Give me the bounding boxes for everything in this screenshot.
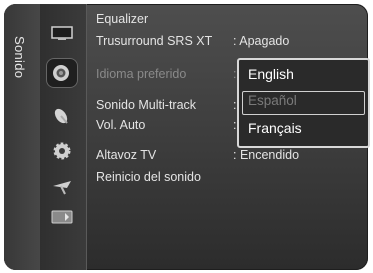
menu-item-preferred-language[interactable]: Idioma preferido bbox=[96, 67, 186, 81]
menu-item-equalizer[interactable]: Equalizer bbox=[96, 12, 148, 26]
menu-category-label: Sonido bbox=[12, 36, 27, 79]
menu-item-tv-speaker[interactable]: Altavoz TV bbox=[96, 148, 156, 162]
tv-icon[interactable] bbox=[50, 22, 74, 44]
gear-icon[interactable] bbox=[50, 140, 74, 162]
menu-item-sound-reset[interactable]: Reinicio del sonido bbox=[96, 170, 201, 184]
dropdown-option-spanish[interactable]: Español bbox=[248, 93, 297, 108]
menu-item-preferred-language-value: : bbox=[233, 67, 237, 81]
dropdown-option-french[interactable]: Français bbox=[248, 120, 302, 136]
speaker-icon[interactable] bbox=[46, 58, 78, 88]
menu-item-auto-volume[interactable]: Vol. Auto bbox=[96, 118, 145, 132]
antenna-icon[interactable] bbox=[50, 176, 74, 198]
menu-item-multitrack[interactable]: Sonido Multi-track bbox=[96, 98, 196, 112]
input-icon[interactable] bbox=[50, 206, 74, 228]
menu-item-multitrack-value: : bbox=[233, 98, 237, 112]
dropdown-option-english[interactable]: English bbox=[248, 66, 294, 82]
satellite-dish-icon[interactable] bbox=[50, 106, 74, 128]
menu-item-trusurround[interactable]: Trusurround SRS XT bbox=[96, 34, 212, 48]
menu-item-tv-speaker-value: : Encendido bbox=[233, 148, 300, 162]
menu-item-trusurround-value: : Apagado bbox=[233, 34, 290, 48]
menu-item-auto-volume-value: : bbox=[233, 118, 237, 132]
